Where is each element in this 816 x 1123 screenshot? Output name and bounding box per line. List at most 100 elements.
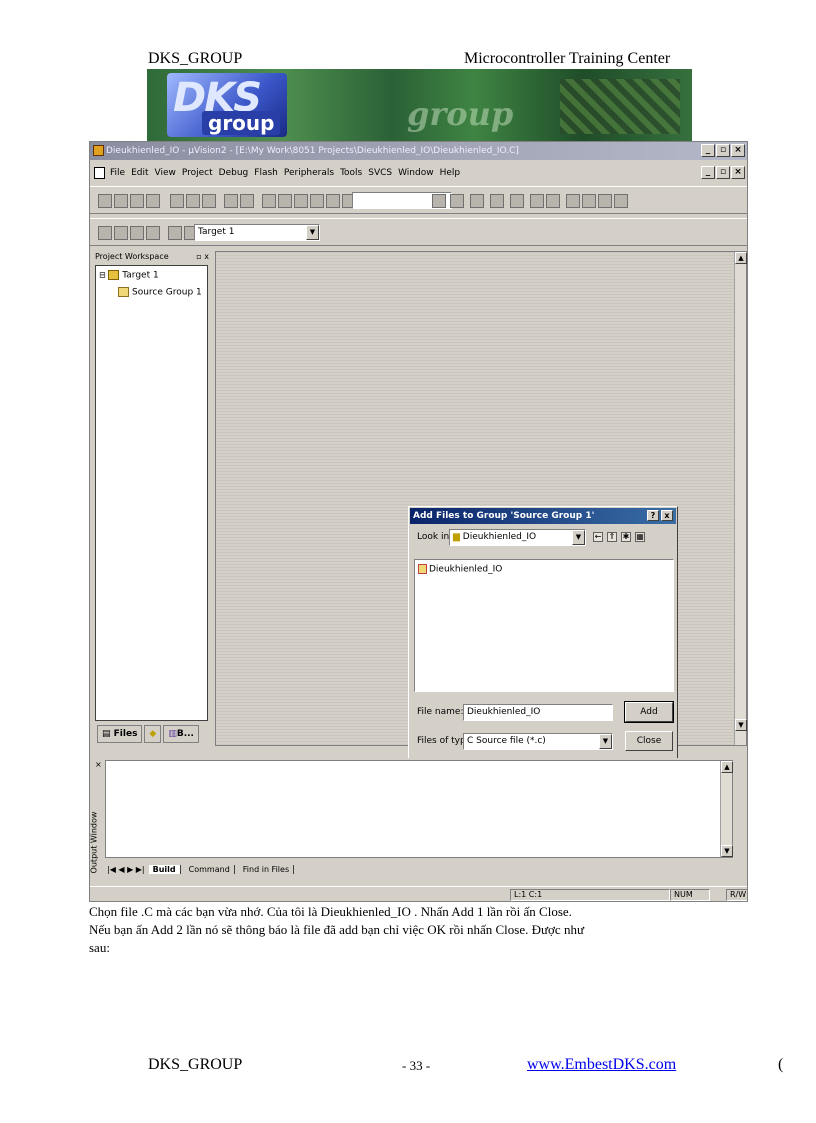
status-rw: R/W — [726, 889, 747, 901]
hand-icon[interactable] — [566, 194, 580, 208]
indent-icon[interactable] — [262, 194, 276, 208]
minimize-button[interactable]: _ — [701, 144, 715, 157]
menu-file[interactable]: File — [110, 164, 125, 182]
stop-build-icon[interactable] — [146, 226, 160, 240]
add-button[interactable]: Add — [624, 701, 674, 723]
add-files-dialog: Add Files to Group 'Source Group 1' ? x … — [408, 506, 678, 791]
editor-vertical-scrollbar[interactable]: ▲ ▼ — [734, 252, 747, 745]
load-icon[interactable] — [168, 226, 182, 240]
save-all-icon[interactable] — [146, 194, 160, 208]
undo-icon[interactable] — [224, 194, 238, 208]
build-target-icon[interactable] — [114, 226, 128, 240]
file-list: Dieukhienled_IO — [414, 559, 674, 692]
window-cascade-icon[interactable] — [546, 194, 560, 208]
chevron-down-icon[interactable]: ▼ — [572, 530, 585, 545]
menu-bar: File Edit View Project Debug Flash Perip… — [90, 164, 747, 182]
window-tile-icon[interactable] — [530, 194, 544, 208]
find-dropdown-icon[interactable] — [432, 194, 446, 208]
footer-link[interactable]: www.EmbestDKS.com — [527, 1056, 676, 1074]
print-icon[interactable] — [490, 194, 504, 208]
menu-svcs[interactable]: SVCS — [368, 164, 392, 182]
menu-window[interactable]: Window — [398, 164, 434, 182]
new-file-icon[interactable] — [98, 194, 112, 208]
file-name-input[interactable]: Dieukhienled_IO — [463, 704, 613, 721]
build-icon[interactable] — [470, 194, 484, 208]
bookmark-icon[interactable] — [294, 194, 308, 208]
output-window: × Output Window ▲ ▼ |◀ ◀ ▶ ▶| Build Comm… — [90, 758, 747, 883]
view-menu-icon[interactable]: ▦ — [635, 532, 645, 542]
manual-icon[interactable] — [598, 194, 612, 208]
look-in-select[interactable]: ▆ Dieukhienled_IO ▼ — [449, 529, 586, 546]
binoculars-icon[interactable] — [450, 194, 464, 208]
bookmark-prev-icon[interactable] — [326, 194, 340, 208]
restore-button[interactable]: ▫ — [716, 144, 730, 157]
workspace-close-button[interactable]: ▫ x — [196, 251, 209, 263]
tab-build[interactable]: Build — [148, 864, 181, 874]
config-icon[interactable] — [614, 194, 628, 208]
menu-edit[interactable]: Edit — [131, 164, 148, 182]
tab-regs[interactable]: ◆ — [144, 725, 162, 743]
tab-files[interactable]: ▤ Files — [97, 725, 143, 743]
tab-nav-arrows-icon[interactable]: |◀ ◀ ▶ ▶| — [107, 865, 145, 874]
footer-paren: ( — [778, 1056, 784, 1073]
close-button[interactable]: × — [731, 144, 745, 157]
output-text-area[interactable]: ▲ ▼ — [105, 760, 733, 858]
menu-peripherals[interactable]: Peripherals — [284, 164, 334, 182]
output-close-icon[interactable]: × — [95, 760, 102, 769]
paste-icon[interactable] — [202, 194, 216, 208]
tab-books[interactable]: ▥B... — [163, 725, 199, 743]
menu-debug[interactable]: Debug — [219, 164, 249, 182]
document-icon — [94, 167, 105, 179]
open-folder-icon[interactable] — [114, 194, 128, 208]
scroll-up-icon[interactable]: ▲ — [721, 761, 733, 773]
menu-tools[interactable]: Tools — [340, 164, 362, 182]
tree-item-source-group[interactable]: Source Group 1 — [118, 287, 202, 298]
bookmark-next-icon[interactable] — [310, 194, 324, 208]
window-title: Dieukhienled_IO - µVision2 - [E:\My Work… — [106, 146, 519, 156]
copy-icon[interactable] — [186, 194, 200, 208]
dialog-close-button[interactable]: x — [661, 510, 673, 521]
doc-restore-button[interactable]: ▫ — [716, 166, 730, 179]
tree-label-source-group: Source Group 1 — [132, 287, 202, 298]
rebuild-icon[interactable] — [130, 226, 144, 240]
tab-command[interactable]: Command — [185, 864, 235, 874]
menu-project[interactable]: Project — [182, 164, 213, 182]
dialog-title: Add Files to Group 'Source Group 1' — [413, 511, 595, 521]
project-workspace: Project Workspace ▫ x ⊟ Target 1 Source … — [93, 251, 213, 746]
close-dialog-button[interactable]: Close — [625, 731, 673, 751]
header-left: DKS_GROUP — [148, 50, 243, 67]
redo-icon[interactable] — [240, 194, 254, 208]
menu-view[interactable]: View — [155, 164, 176, 182]
folder-icon — [118, 287, 129, 297]
chevron-down-icon[interactable]: ▼ — [599, 734, 612, 749]
translate-icon[interactable] — [98, 226, 112, 240]
banner-watermark: group — [407, 95, 514, 133]
file-item[interactable]: Dieukhienled_IO — [418, 564, 502, 575]
outdent-icon[interactable] — [278, 194, 292, 208]
chevron-down-icon[interactable]: ▼ — [306, 225, 319, 240]
target-select[interactable]: Target 1 ▼ — [194, 224, 320, 241]
dialog-help-button[interactable]: ? — [647, 510, 659, 521]
cut-icon[interactable] — [170, 194, 184, 208]
files-of-type-select[interactable]: C Source file (*.c) ▼ — [463, 733, 613, 750]
scroll-down-icon[interactable]: ▼ — [721, 845, 733, 857]
status-position: L:1 C:1 — [510, 889, 670, 901]
save-icon[interactable] — [130, 194, 144, 208]
doc-minimize-button[interactable]: _ — [701, 166, 715, 179]
debug-icon[interactable] — [510, 194, 524, 208]
menu-flash[interactable]: Flash — [254, 164, 278, 182]
back-icon[interactable]: ← — [593, 532, 603, 542]
options-icon[interactable] — [582, 194, 596, 208]
target-select-value: Target 1 — [198, 227, 235, 237]
doc-close-button[interactable]: × — [731, 166, 745, 179]
tree-item-target[interactable]: ⊟ Target 1 — [99, 270, 159, 281]
up-folder-icon[interactable]: ⇑ — [607, 532, 617, 542]
scroll-up-icon[interactable]: ▲ — [735, 252, 747, 264]
menu-help[interactable]: Help — [440, 164, 461, 182]
editor-area[interactable]: ▲ ▼ Add Files to Group 'Source Group 1' … — [215, 251, 747, 791]
new-folder-icon[interactable]: ✱ — [621, 532, 631, 542]
tab-find-in-files[interactable]: Find in Files — [239, 864, 295, 874]
output-vertical-scrollbar[interactable]: ▲ ▼ — [720, 761, 733, 857]
body-text-line-1: Chọn file .C mà các bạn vừa nhớ. Của tôi… — [89, 904, 572, 919]
scroll-down-icon[interactable]: ▼ — [735, 719, 747, 731]
